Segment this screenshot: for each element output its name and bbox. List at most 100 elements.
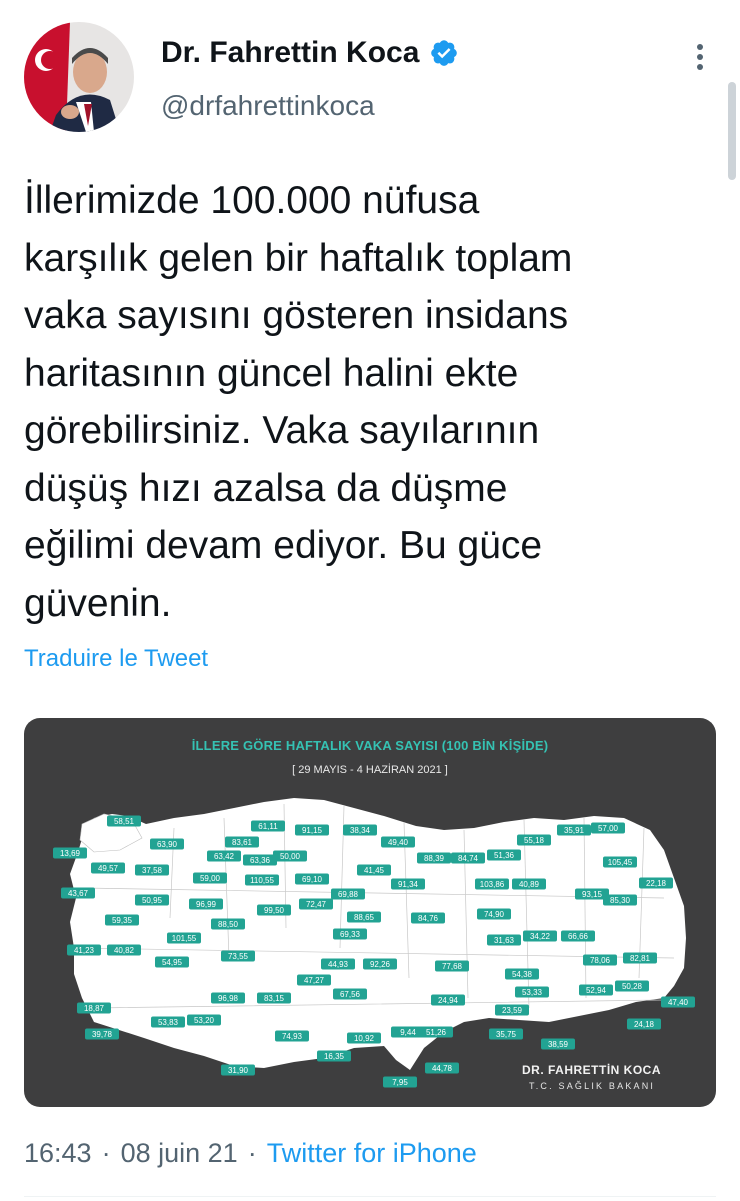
province-value: 72,47 <box>306 900 327 909</box>
province-value: 96,99 <box>196 900 217 909</box>
tweet-text: İllerimizde 100.000 nüfusa karşılık gele… <box>24 179 573 625</box>
tweet-header: Dr. Fahrettin Koca @drfahrettinkoca <box>24 22 714 134</box>
province-value: 53,20 <box>194 1016 215 1025</box>
province-value: 105,45 <box>608 858 633 867</box>
province-value: 67,56 <box>340 990 361 999</box>
province-value: 47,40 <box>668 998 689 1007</box>
province-value: 13,69 <box>60 849 81 858</box>
province-value: 69,33 <box>340 930 361 939</box>
province-value: 110,55 <box>250 876 274 885</box>
tweet-meta: 16:43 · 08 juin 21 · Twitter for iPhone <box>24 1138 477 1169</box>
province-value: 83,15 <box>264 994 285 1003</box>
province-value: 50,28 <box>622 982 643 991</box>
province-value: 35,91 <box>564 826 585 835</box>
province-value: 18,87 <box>84 1004 105 1013</box>
province-value: 50,95 <box>142 896 163 905</box>
province-value: 24,94 <box>438 996 459 1005</box>
province-value: 82,81 <box>630 954 651 963</box>
province-value: 66,66 <box>568 932 589 941</box>
province-value: 58,51 <box>114 817 135 826</box>
province-value: 50,00 <box>280 852 301 861</box>
province-value: 23,59 <box>502 1006 523 1015</box>
province-value: 39,78 <box>92 1030 113 1039</box>
more-options-icon[interactable] <box>688 40 712 80</box>
avatar-image <box>24 22 134 132</box>
province-value: 53,83 <box>158 1018 179 1027</box>
divider <box>24 1196 716 1197</box>
province-value: 52,94 <box>586 986 607 995</box>
province-value: 93,15 <box>582 890 603 899</box>
province-value: 9,44 <box>400 1028 416 1037</box>
tweet-source[interactable]: Twitter for iPhone <box>267 1138 477 1169</box>
province-value: 40,89 <box>519 880 540 889</box>
province-value: 74,90 <box>484 910 505 919</box>
province-value: 69,10 <box>302 875 323 884</box>
separator-dot: · <box>101 1138 111 1168</box>
province-value: 96,98 <box>218 994 239 1003</box>
province-value: 44,93 <box>328 960 349 969</box>
province-value: 55,18 <box>524 836 545 845</box>
province-value: 59,35 <box>112 916 133 925</box>
verified-badge-icon <box>431 40 458 66</box>
province-value: 47,27 <box>304 976 325 985</box>
scrollbar[interactable] <box>728 82 736 180</box>
province-value: 38,59 <box>548 1040 569 1049</box>
province-value: 69,88 <box>338 890 359 899</box>
map-ministry: T.C. SAĞLIK BAKANI <box>529 1081 656 1091</box>
province-value: 41,23 <box>74 946 95 955</box>
author-handle[interactable]: @drfahrettinkoca <box>161 90 375 122</box>
map-signature: DR. FAHRETTİN KOCA <box>522 1063 661 1077</box>
map-dates: [ 29 MAYIS - 4 HAZİRAN 2021 ] <box>292 764 448 776</box>
province-value: 51,26 <box>426 1028 447 1037</box>
province-value: 10,92 <box>354 1034 375 1043</box>
province-value: 31,63 <box>494 936 515 945</box>
province-value: 49,40 <box>388 838 409 847</box>
translate-link[interactable]: Traduire le Tweet <box>24 645 208 673</box>
province-value: 61,11 <box>258 822 278 831</box>
province-value: 92,26 <box>370 960 391 969</box>
province-value: 54,95 <box>162 958 183 967</box>
province-value: 77,68 <box>442 962 463 971</box>
author-row[interactable]: Dr. Fahrettin Koca <box>161 36 459 70</box>
province-value: 37,58 <box>142 866 163 875</box>
province-value: 78,06 <box>590 956 611 965</box>
province-value: 49,57 <box>98 864 119 873</box>
province-value: 84,76 <box>418 914 439 923</box>
turkey-map: 58,51 61,11 91,15 38,34 49,40 57,00 35,91 55,18… <box>53 798 695 1088</box>
separator-dot: · <box>247 1138 257 1168</box>
province-value: 83,61 <box>232 838 253 847</box>
province-value: 99,50 <box>264 906 285 915</box>
province-value: 84,74 <box>458 854 479 863</box>
province-value: 44,78 <box>432 1064 453 1073</box>
province-value: 54,38 <box>512 970 533 979</box>
province-value: 88,50 <box>218 920 239 929</box>
tweet-date[interactable]: 08 juin 21 <box>121 1138 238 1169</box>
province-value: 85,30 <box>610 896 631 905</box>
province-value: 57,00 <box>598 824 619 833</box>
province-value: 101,55 <box>172 934 197 943</box>
province-value: 22,18 <box>646 879 667 888</box>
province-value: 41,45 <box>364 866 385 875</box>
tweet-media-image[interactable]: 58,51 61,11 91,15 38,34 49,40 57,00 35,91 55,18… <box>24 718 716 1107</box>
province-value: 7,95 <box>392 1078 408 1087</box>
province-value: 53,33 <box>522 988 543 997</box>
avatar[interactable] <box>24 22 134 132</box>
province-value: 103,86 <box>480 880 505 889</box>
province-value: 40,82 <box>114 946 135 955</box>
province-value: 38,34 <box>350 826 371 835</box>
province-value: 91,15 <box>302 826 323 835</box>
author-name[interactable]: Dr. Fahrettin Koca <box>161 36 419 70</box>
map-title: İLLERE GÖRE HAFTALIK VAKA SAYISI (100 Bİ… <box>191 738 549 753</box>
province-value: 74,93 <box>282 1032 303 1041</box>
province-value: 35,75 <box>496 1030 517 1039</box>
province-value: 24,18 <box>634 1020 655 1029</box>
province-value: 88,39 <box>424 854 445 863</box>
province-value: 63,42 <box>214 852 235 861</box>
province-value: 31,90 <box>228 1066 249 1075</box>
province-value: 63,90 <box>157 840 178 849</box>
province-value: 59,00 <box>200 874 221 883</box>
tweet-time[interactable]: 16:43 <box>24 1138 92 1169</box>
province-value: 73,55 <box>228 952 249 961</box>
province-value: 88,65 <box>354 913 375 922</box>
province-value: 34,22 <box>530 932 551 941</box>
